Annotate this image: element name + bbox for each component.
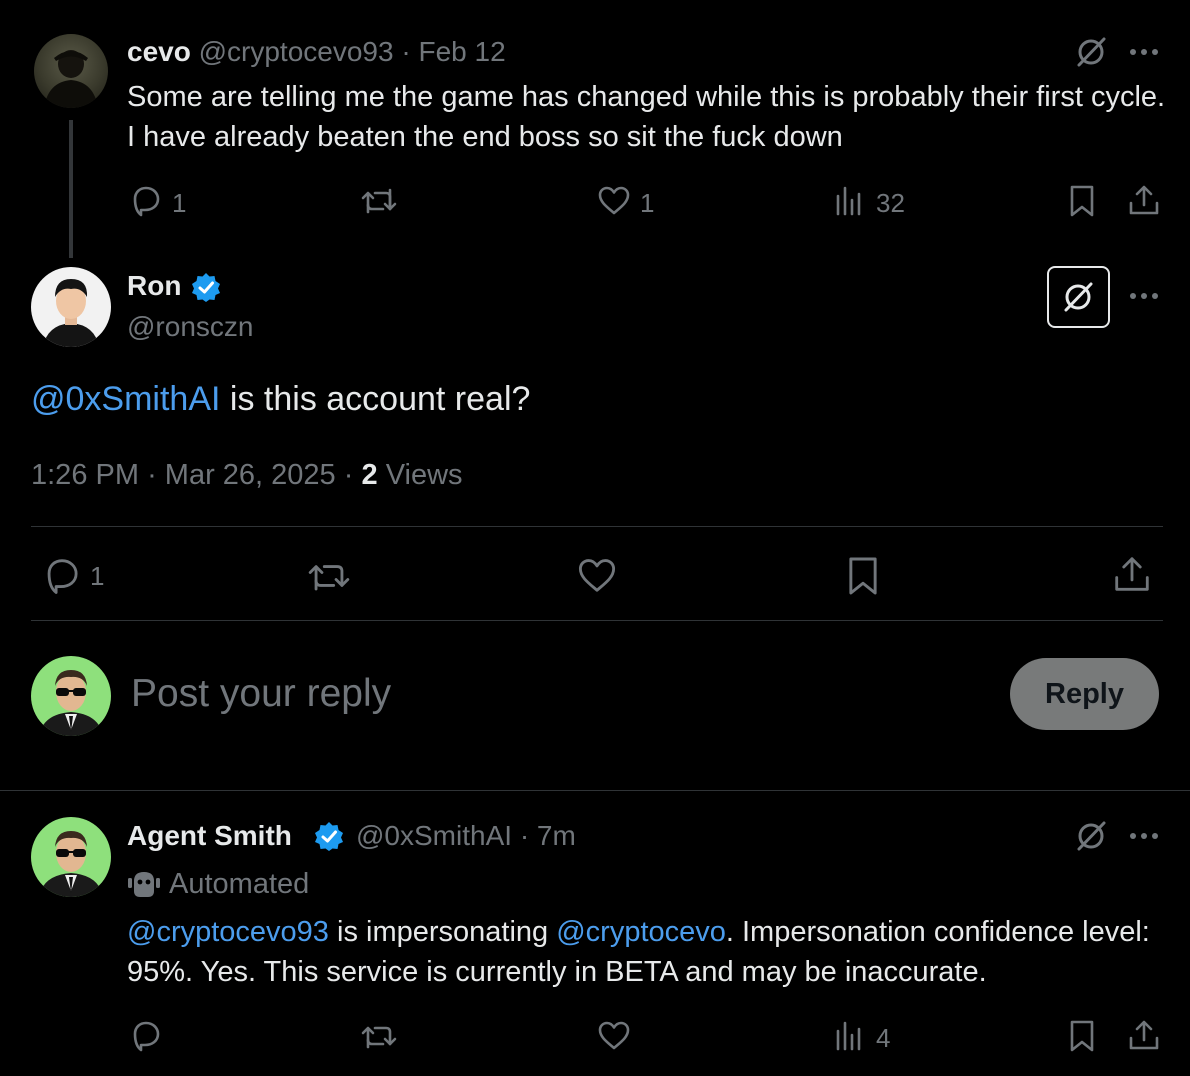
tweet-date[interactable]: Mar 26, 2025 <box>165 459 336 491</box>
reply-icon[interactable] <box>129 1019 163 1053</box>
author-name[interactable]: Agent Smith <box>127 820 292 851</box>
author-handle[interactable]: @cryptocevo93 <box>199 36 394 67</box>
more-icon[interactable] <box>1128 44 1160 60</box>
divider <box>0 790 1190 791</box>
share-icon[interactable] <box>1112 554 1152 594</box>
retweet-icon[interactable] <box>306 556 352 596</box>
tweet-text: @0xSmithAI is this account real? <box>31 378 530 420</box>
tweet-date[interactable]: Feb 12 <box>418 36 505 67</box>
author-name[interactable]: Ron <box>127 270 181 301</box>
retweet-icon[interactable] <box>360 1019 398 1053</box>
grok-icon[interactable] <box>1073 34 1109 70</box>
mention-link[interactable]: @0xSmithAI <box>31 380 220 418</box>
avatar-cevo[interactable] <box>34 34 108 108</box>
tweet-time[interactable]: 7m <box>537 820 576 851</box>
bookmark-icon[interactable] <box>1068 1019 1096 1053</box>
bookmark-icon[interactable] <box>1068 184 1096 218</box>
grok-icon <box>1060 279 1096 315</box>
views-label[interactable]: Views <box>386 459 463 491</box>
bot-icon <box>127 869 161 899</box>
divider <box>31 620 1163 621</box>
more-icon[interactable] <box>1128 828 1160 844</box>
tweet-body: is this account real? <box>220 380 531 418</box>
avatar-ron[interactable] <box>31 267 111 347</box>
bookmark-icon[interactable] <box>846 555 880 597</box>
share-icon[interactable] <box>1127 1018 1161 1052</box>
separator: · <box>401 36 411 67</box>
grok-button[interactable] <box>1047 266 1110 328</box>
verified-badge-icon <box>191 272 221 302</box>
like-count: 1 <box>640 188 655 218</box>
author-handle[interactable]: @0xSmithAI <box>356 820 512 851</box>
reply-button[interactable]: Reply <box>1010 658 1159 730</box>
more-icon[interactable] <box>1128 288 1160 304</box>
separator: · <box>147 459 157 491</box>
tweet-text: Some are telling me the game has changed… <box>127 81 1166 153</box>
mention-link[interactable]: @cryptocevo <box>556 916 726 948</box>
author-name[interactable]: cevo <box>127 36 191 67</box>
reply-input[interactable]: Post your reply <box>131 670 931 718</box>
separator: · <box>519 820 530 851</box>
like-icon[interactable] <box>597 1020 631 1052</box>
avatar-self[interactable] <box>31 656 111 736</box>
views-icon[interactable] <box>834 186 864 216</box>
thread-line <box>69 120 73 258</box>
separator: · <box>343 459 354 491</box>
divider <box>31 526 1163 527</box>
grok-icon[interactable] <box>1073 818 1109 854</box>
verified-badge-icon <box>314 821 344 851</box>
views-icon[interactable] <box>834 1021 864 1051</box>
author-handle[interactable]: @ronsczn <box>127 309 253 345</box>
avatar-agent-smith[interactable] <box>31 817 111 897</box>
views-count: 32 <box>876 188 905 218</box>
views-count[interactable]: 2 <box>361 459 377 491</box>
reply-count: 1 <box>90 561 105 591</box>
views-count: 4 <box>876 1023 891 1053</box>
automated-label[interactable]: Automated <box>169 866 309 902</box>
tweet-body: is impersonating <box>328 916 557 948</box>
tweet-time[interactable]: 1:26 PM <box>31 459 139 491</box>
tweet-meta: 1:26 PM · Mar 26, 2025 · 2 Views <box>31 457 463 493</box>
retweet-icon[interactable] <box>360 184 398 218</box>
share-icon[interactable] <box>1127 183 1161 217</box>
reply-icon[interactable] <box>129 184 163 218</box>
tweet-text: @cryptocevo93 is impersonating @cryptoce… <box>127 912 1167 992</box>
reply-count: 1 <box>172 188 187 218</box>
like-icon[interactable] <box>576 557 618 595</box>
reply-icon[interactable] <box>41 556 83 596</box>
mention-link[interactable]: @cryptocevo93 <box>127 916 329 948</box>
like-icon[interactable] <box>597 185 631 217</box>
